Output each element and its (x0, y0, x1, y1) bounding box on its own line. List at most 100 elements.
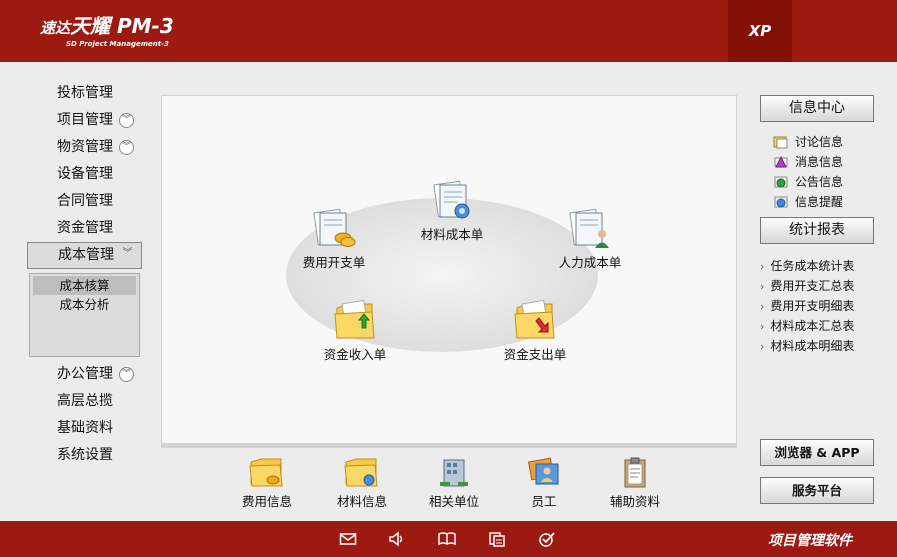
nav-item-label: 物资管理 (57, 139, 113, 155)
nav-item-label: 系统设置 (57, 447, 113, 463)
report-list: › 任务成本统计表 › 费用开支汇总表 › 费用开支明细表 › 材料成本汇总表 › 材料成… (760, 256, 854, 356)
speaker-icon[interactable] (388, 530, 406, 548)
info-list: 讨论信息 消息信息 公告信息 信息提醒 (773, 132, 843, 212)
chevron-double-down-icon[interactable]: ︾ (120, 248, 135, 263)
chevron-right-icon: › (760, 300, 765, 313)
node-labor-cost[interactable]: 人力成本单 (550, 208, 630, 271)
report-item-label: 费用开支明细表 (770, 299, 855, 313)
bottom-item-label: 相关单位 (428, 494, 479, 509)
app-logo: 速达天耀 PM-3 SD Project Management-3 (40, 10, 174, 48)
sidebar-nav: 投标管理 项目管理 ︾ 物资管理 ︾ 设备管理 合同管理 资金管理 成本管理 ︾ 成本… (27, 80, 142, 469)
node-label: 费用开支单 (302, 255, 366, 270)
brand-big-text: 天耀 PM-3 (70, 14, 174, 38)
info-item-label: 讨论信息 (795, 135, 844, 149)
bottom-item-label: 辅助资料 (609, 494, 660, 509)
nav-item-label: 基础资料 (57, 420, 113, 436)
mail-icon[interactable] (339, 530, 357, 548)
bottom-item-auxiliary-data[interactable]: 辅助资料 (600, 456, 670, 510)
nav-item-equipment[interactable]: 设备管理 (27, 161, 142, 188)
bottom-item-employees[interactable]: 员工 (509, 456, 579, 510)
node-material-cost[interactable]: 材料成本单 (412, 180, 492, 243)
info-center-button[interactable]: 信息中心 (760, 95, 874, 122)
nav-item-cost[interactable]: 成本管理 ︾ (27, 242, 142, 269)
node-fund-income[interactable]: 资金收入单 (315, 298, 395, 363)
fund-income-folder-icon (334, 299, 375, 339)
check-circle-icon[interactable] (538, 530, 556, 548)
chevron-right-icon: › (760, 280, 765, 293)
book-icon[interactable] (438, 530, 456, 548)
nav-item-funds[interactable]: 资金管理 (27, 215, 142, 242)
employee-cards-icon (528, 457, 559, 485)
report-item-label: 材料成本明细表 (770, 339, 855, 353)
info-item-label: 消息信息 (795, 155, 844, 169)
edition-badge: XP (728, 0, 792, 62)
brand-small-text: 速达 (40, 19, 71, 37)
report-item[interactable]: › 材料成本汇总表 (760, 316, 854, 336)
footer-title: 项目管理软件 (768, 533, 852, 549)
discussion-icon (773, 136, 788, 149)
info-item-reminder[interactable]: 信息提醒 (773, 192, 843, 212)
info-item-discussion[interactable]: 讨论信息 (773, 132, 843, 152)
material-cost-doc-icon (433, 180, 470, 219)
node-label: 资金支出单 (503, 347, 567, 362)
nav-item-label: 项目管理 (57, 112, 113, 128)
chevron-right-icon: › (760, 320, 765, 333)
chevron-down-icon[interactable]: ︾ (119, 113, 134, 128)
report-item[interactable]: › 费用开支汇总表 (760, 276, 854, 296)
nav-item-label: 设备管理 (57, 166, 113, 182)
message-icon (774, 155, 788, 168)
info-item-announcement[interactable]: 公告信息 (773, 172, 843, 192)
info-item-label: 公告信息 (795, 175, 844, 189)
bottom-item-label: 材料信息 (336, 494, 387, 509)
nav-item-project[interactable]: 项目管理 ︾ (27, 107, 142, 134)
building-icon (440, 459, 468, 487)
documents-icon[interactable] (488, 530, 506, 548)
nav-item-label: 合同管理 (57, 193, 113, 209)
nav-item-materials[interactable]: 物资管理 ︾ (27, 134, 142, 161)
workflow-panel: 材料成本单 费用开支单 人力成本单 资金收入单 资金支出单 (161, 95, 737, 448)
node-label: 人力成本单 (558, 255, 622, 270)
node-fund-expense[interactable]: 资金支出单 (495, 298, 575, 363)
nav-item-executive[interactable]: 高层总揽 (27, 388, 142, 415)
service-platform-button[interactable]: 服务平台 (760, 477, 874, 504)
bottom-item-material-info[interactable]: 材料信息 (327, 456, 397, 510)
info-item-message[interactable]: 消息信息 (773, 152, 843, 172)
submenu-item-cost-accounting[interactable]: 成本核算 (33, 276, 136, 295)
bottom-item-label: 费用信息 (241, 494, 292, 509)
nav-item-bidding[interactable]: 投标管理 (27, 80, 142, 107)
bottom-item-related-units[interactable]: 相关单位 (419, 456, 489, 510)
nav-item-label: 投标管理 (57, 85, 113, 101)
cost-submenu: 成本核算 成本分析 (29, 273, 140, 357)
chevron-down-icon[interactable]: ︾ (119, 140, 134, 155)
nav-item-label: 资金管理 (57, 220, 113, 236)
chevron-down-icon[interactable]: ︾ (119, 367, 134, 382)
header-bar: 速达天耀 PM-3 SD Project Management-3 XP (0, 0, 897, 62)
brand-subtitle: SD Project Management-3 (66, 40, 169, 48)
nav-item-label: 办公管理 (57, 366, 113, 382)
nav-item-label: 高层总揽 (57, 393, 113, 409)
nav-item-basic-data[interactable]: 基础资料 (27, 415, 142, 442)
node-label: 材料成本单 (420, 227, 484, 242)
expense-doc-icon (313, 208, 356, 247)
stats-report-button[interactable]: 统计报表 (760, 217, 874, 244)
reminder-icon (774, 196, 788, 208)
info-item-label: 信息提醒 (795, 195, 844, 209)
labor-cost-doc-icon (569, 208, 609, 248)
fund-expense-folder-icon (514, 299, 555, 339)
bottom-item-label: 员工 (531, 494, 557, 509)
node-expense[interactable]: 费用开支单 (294, 208, 374, 271)
nav-item-settings[interactable]: 系统设置 (27, 442, 142, 469)
report-item-label: 费用开支汇总表 (770, 279, 855, 293)
report-item[interactable]: › 材料成本明细表 (760, 336, 854, 356)
nav-item-contract[interactable]: 合同管理 (27, 188, 142, 215)
bottom-item-expense-info[interactable]: 费用信息 (232, 456, 302, 510)
browser-app-button[interactable]: 浏览器 & APP (760, 439, 874, 466)
report-item[interactable]: › 费用开支明细表 (760, 296, 854, 316)
chevron-right-icon: › (760, 260, 765, 273)
chevron-right-icon: › (760, 340, 765, 353)
nav-item-office[interactable]: 办公管理 ︾ (27, 361, 142, 388)
submenu-item-cost-analysis[interactable]: 成本分析 (33, 295, 136, 314)
nav-item-label: 成本管理 (58, 247, 114, 263)
footer-bar: 项目管理软件 (0, 521, 897, 557)
report-item[interactable]: › 任务成本统计表 (760, 256, 854, 276)
